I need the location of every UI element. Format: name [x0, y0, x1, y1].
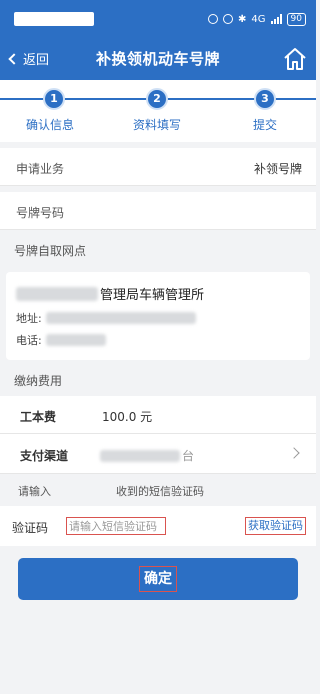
verification-label: 验证码 [12, 521, 49, 535]
pickup-phone: 电话: [16, 332, 106, 348]
nfc-icon [208, 14, 219, 24]
home-icon[interactable] [282, 46, 308, 72]
alarm-icon [223, 14, 234, 24]
verification-row: 验证码 获取验证码 [0, 506, 316, 546]
phone-label: 电话: [16, 334, 42, 347]
confirm-button[interactable]: 确定 [18, 558, 298, 600]
status-carrier-redacted [14, 12, 94, 26]
cost-row: 工本费 100.0 元 [0, 396, 316, 434]
pickup-section-title: 号牌自取网点 [0, 236, 316, 266]
chevron-right-icon [288, 447, 300, 459]
battery-icon: 90 [286, 12, 306, 26]
pickup-name: 管理局车辆管理所 [16, 284, 204, 303]
cost-label: 工本费 [20, 410, 57, 424]
plate-label: 号牌号码 [16, 206, 65, 220]
channel-value: 台 [100, 447, 194, 464]
redacted-text [16, 286, 98, 301]
redacted-text [45, 312, 196, 324]
pickup-address: 地址: [16, 310, 196, 326]
business-label: 申请业务 [16, 162, 65, 176]
channel-value-suffix: 台 [182, 449, 195, 463]
step-2-label: 资料填写 [133, 118, 182, 132]
status-icons: ✱ 4G 90 [208, 12, 306, 26]
step-1-label: 确认信息 [26, 118, 75, 132]
step-3-label: 提交 [253, 118, 278, 132]
nav-bar: 返回 补换领机动车号牌 [0, 38, 316, 80]
verification-code-input[interactable] [66, 517, 166, 535]
confirm-label: 确定 [139, 566, 177, 592]
business-row: 申请业务 补领号牌 [0, 148, 316, 186]
network-type: 4G [251, 13, 266, 25]
business-value: 补领号牌 [253, 162, 302, 176]
cost-value: 100.0 元 [102, 410, 153, 424]
status-bar: ✱ 4G 90 [0, 0, 316, 38]
progress-steps: 1 2 3 确认信息 资料填写 提交 [0, 80, 316, 142]
fees-section-title: 缴纳费用 [0, 366, 316, 396]
page-title: 补换领机动车号牌 [95, 50, 220, 68]
redacted-text [45, 334, 106, 346]
get-code-button[interactable]: 获取验证码 [245, 517, 306, 535]
sms-hint-prefix: 请输入 [18, 485, 51, 498]
signal-icon [270, 14, 282, 24]
payment-channel-row[interactable]: 支付渠道 台 [0, 434, 316, 474]
bluetooth-icon: ✱ [238, 13, 247, 25]
address-label: 地址: [16, 312, 42, 325]
sms-hint: 请输入 收到的短信验证码 [0, 474, 316, 506]
step-1-circle: 1 [43, 88, 65, 110]
plate-row: 号牌号码 [0, 192, 316, 230]
pickup-card: 管理局车辆管理所 地址: 电话: [6, 272, 310, 360]
channel-label: 支付渠道 [20, 449, 69, 463]
pickup-name-suffix: 管理局车辆管理所 [100, 288, 205, 303]
sms-hint-suffix: 收到的短信验证码 [116, 485, 204, 498]
step-2-circle: 2 [146, 88, 168, 110]
redacted-text [100, 449, 180, 462]
step-3-circle: 3 [254, 88, 276, 110]
